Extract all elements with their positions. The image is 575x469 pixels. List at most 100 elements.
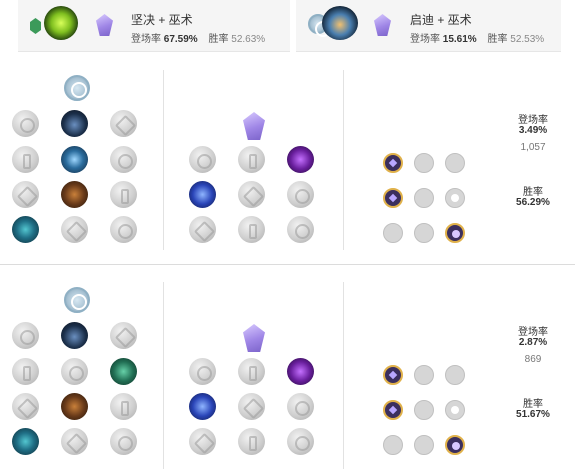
minor-rune[interactable]: [110, 216, 137, 243]
keystone-rune-selected[interactable]: [61, 110, 88, 137]
stat-shard-selected[interactable]: [383, 400, 403, 420]
minor-rune[interactable]: [12, 146, 39, 173]
win-rate-value: 52.53%: [510, 34, 545, 45]
stat-shard[interactable]: [445, 153, 465, 173]
stat-shard-selected[interactable]: [383, 365, 403, 385]
stat-shard-selected[interactable]: [383, 188, 403, 208]
build-title: 启迪 + 巫术: [410, 13, 472, 27]
stat-shard[interactable]: [414, 153, 434, 173]
secondary-rune[interactable]: [238, 181, 265, 208]
minor-rune-selected[interactable]: [61, 393, 88, 420]
build-title: 坚决 + 巫术: [131, 13, 193, 27]
first-strike-keystone-icon: [322, 6, 358, 40]
secondary-rune[interactable]: [287, 393, 314, 420]
secondary-rune[interactable]: [238, 216, 265, 243]
secondary-rune-selected[interactable]: [189, 393, 216, 420]
build-stats: 登场率 15.61% 胜率 52.53%: [410, 30, 544, 45]
keystone-rune-selected[interactable]: [61, 322, 88, 349]
minor-rune[interactable]: [12, 358, 39, 385]
secondary-rune[interactable]: [189, 358, 216, 385]
win-rate-value: 51.67%: [516, 409, 550, 420]
stat-shard[interactable]: [445, 400, 465, 420]
minor-rune[interactable]: [12, 393, 39, 420]
minor-rune[interactable]: [110, 393, 137, 420]
stat-shard[interactable]: [414, 435, 434, 455]
keystone-rune[interactable]: [110, 322, 137, 349]
rune-page-1: 登场率 3.49% 1,057 胜率 56.29%: [0, 70, 575, 260]
inspiration-tree-icon: [64, 287, 90, 313]
secondary-rune[interactable]: [238, 428, 265, 455]
inspiration-tree-icon: [64, 75, 90, 101]
column-divider: [343, 70, 344, 250]
stat-shard[interactable]: [445, 365, 465, 385]
keystone-rune[interactable]: [12, 110, 39, 137]
build-card-resolve[interactable]: 坚决 + 巫术 登场率 67.59% 胜率 52.63%: [18, 0, 290, 52]
keystone-rune[interactable]: [110, 110, 137, 137]
minor-rune[interactable]: [110, 428, 137, 455]
minor-rune[interactable]: [12, 181, 39, 208]
win-rate-value: 52.63%: [231, 34, 266, 45]
pick-rate-label: 登场率: [131, 34, 161, 45]
stat-shard-selected[interactable]: [383, 153, 403, 173]
minor-rune-selected[interactable]: [12, 428, 39, 455]
secondary-rune[interactable]: [238, 146, 265, 173]
win-rate-label: 胜率: [523, 399, 543, 410]
games-count: 869: [524, 354, 542, 365]
stat-shard[interactable]: [414, 223, 434, 243]
minor-rune[interactable]: [110, 181, 137, 208]
stat-shard[interactable]: [445, 188, 465, 208]
win-rate-value: 56.29%: [516, 197, 550, 208]
sorcery-tree-icon: [243, 112, 265, 140]
pick-rate-label: 登场率: [518, 327, 548, 338]
minor-rune-selected[interactable]: [61, 146, 88, 173]
secondary-rune[interactable]: [189, 216, 216, 243]
minor-rune-selected[interactable]: [12, 216, 39, 243]
resolve-tree-mini-icon: [30, 18, 41, 34]
secondary-rune[interactable]: [287, 181, 314, 208]
column-divider: [163, 282, 164, 469]
stat-shard[interactable]: [414, 365, 434, 385]
secondary-rune-selected[interactable]: [189, 181, 216, 208]
secondary-rune[interactable]: [238, 358, 265, 385]
minor-rune-selected[interactable]: [110, 358, 137, 385]
build-card-inspiration[interactable]: 启迪 + 巫术 登场率 15.61% 胜率 52.53%: [296, 0, 561, 52]
sorcery-tree-icon: [96, 14, 113, 36]
pick-rate-label: 登场率: [518, 115, 548, 126]
secondary-rune[interactable]: [287, 428, 314, 455]
pick-rate-label: 登场率: [410, 34, 440, 45]
column-divider: [163, 70, 164, 250]
pick-rate-value: 67.59%: [163, 34, 198, 45]
secondary-rune[interactable]: [189, 146, 216, 173]
secondary-rune-selected[interactable]: [287, 358, 314, 385]
minor-rune[interactable]: [61, 358, 88, 385]
minor-rune[interactable]: [61, 428, 88, 455]
pick-rate-value: 3.49%: [518, 125, 548, 136]
secondary-rune-selected[interactable]: [287, 146, 314, 173]
stat-shard-selected[interactable]: [445, 223, 465, 243]
build-stats: 登场率 67.59% 胜率 52.63%: [131, 30, 265, 45]
grasp-keystone-icon: [44, 6, 78, 40]
stat-shard[interactable]: [383, 435, 403, 455]
stat-shard[interactable]: [383, 223, 403, 243]
rune-page-2: 登场率 2.87% 869 胜率 51.67%: [0, 282, 575, 469]
pick-rate-value: 2.87%: [518, 337, 548, 348]
pick-rate-value: 15.61%: [442, 34, 477, 45]
sorcery-tree-icon: [374, 14, 391, 36]
minor-rune[interactable]: [110, 146, 137, 173]
stat-shard[interactable]: [414, 188, 434, 208]
stat-shard-selected[interactable]: [445, 435, 465, 455]
games-count: 1,057: [520, 142, 546, 153]
win-rate-label: 胜率: [208, 34, 229, 45]
minor-rune-selected[interactable]: [61, 181, 88, 208]
secondary-rune[interactable]: [238, 393, 265, 420]
secondary-rune[interactable]: [189, 428, 216, 455]
keystone-rune[interactable]: [12, 322, 39, 349]
column-divider: [343, 282, 344, 469]
secondary-rune[interactable]: [287, 216, 314, 243]
win-rate-label: 胜率: [487, 34, 508, 45]
minor-rune[interactable]: [61, 216, 88, 243]
stat-shard[interactable]: [414, 400, 434, 420]
section-divider: [0, 264, 575, 265]
sorcery-tree-icon: [243, 324, 265, 352]
win-rate-label: 胜率: [523, 187, 543, 198]
